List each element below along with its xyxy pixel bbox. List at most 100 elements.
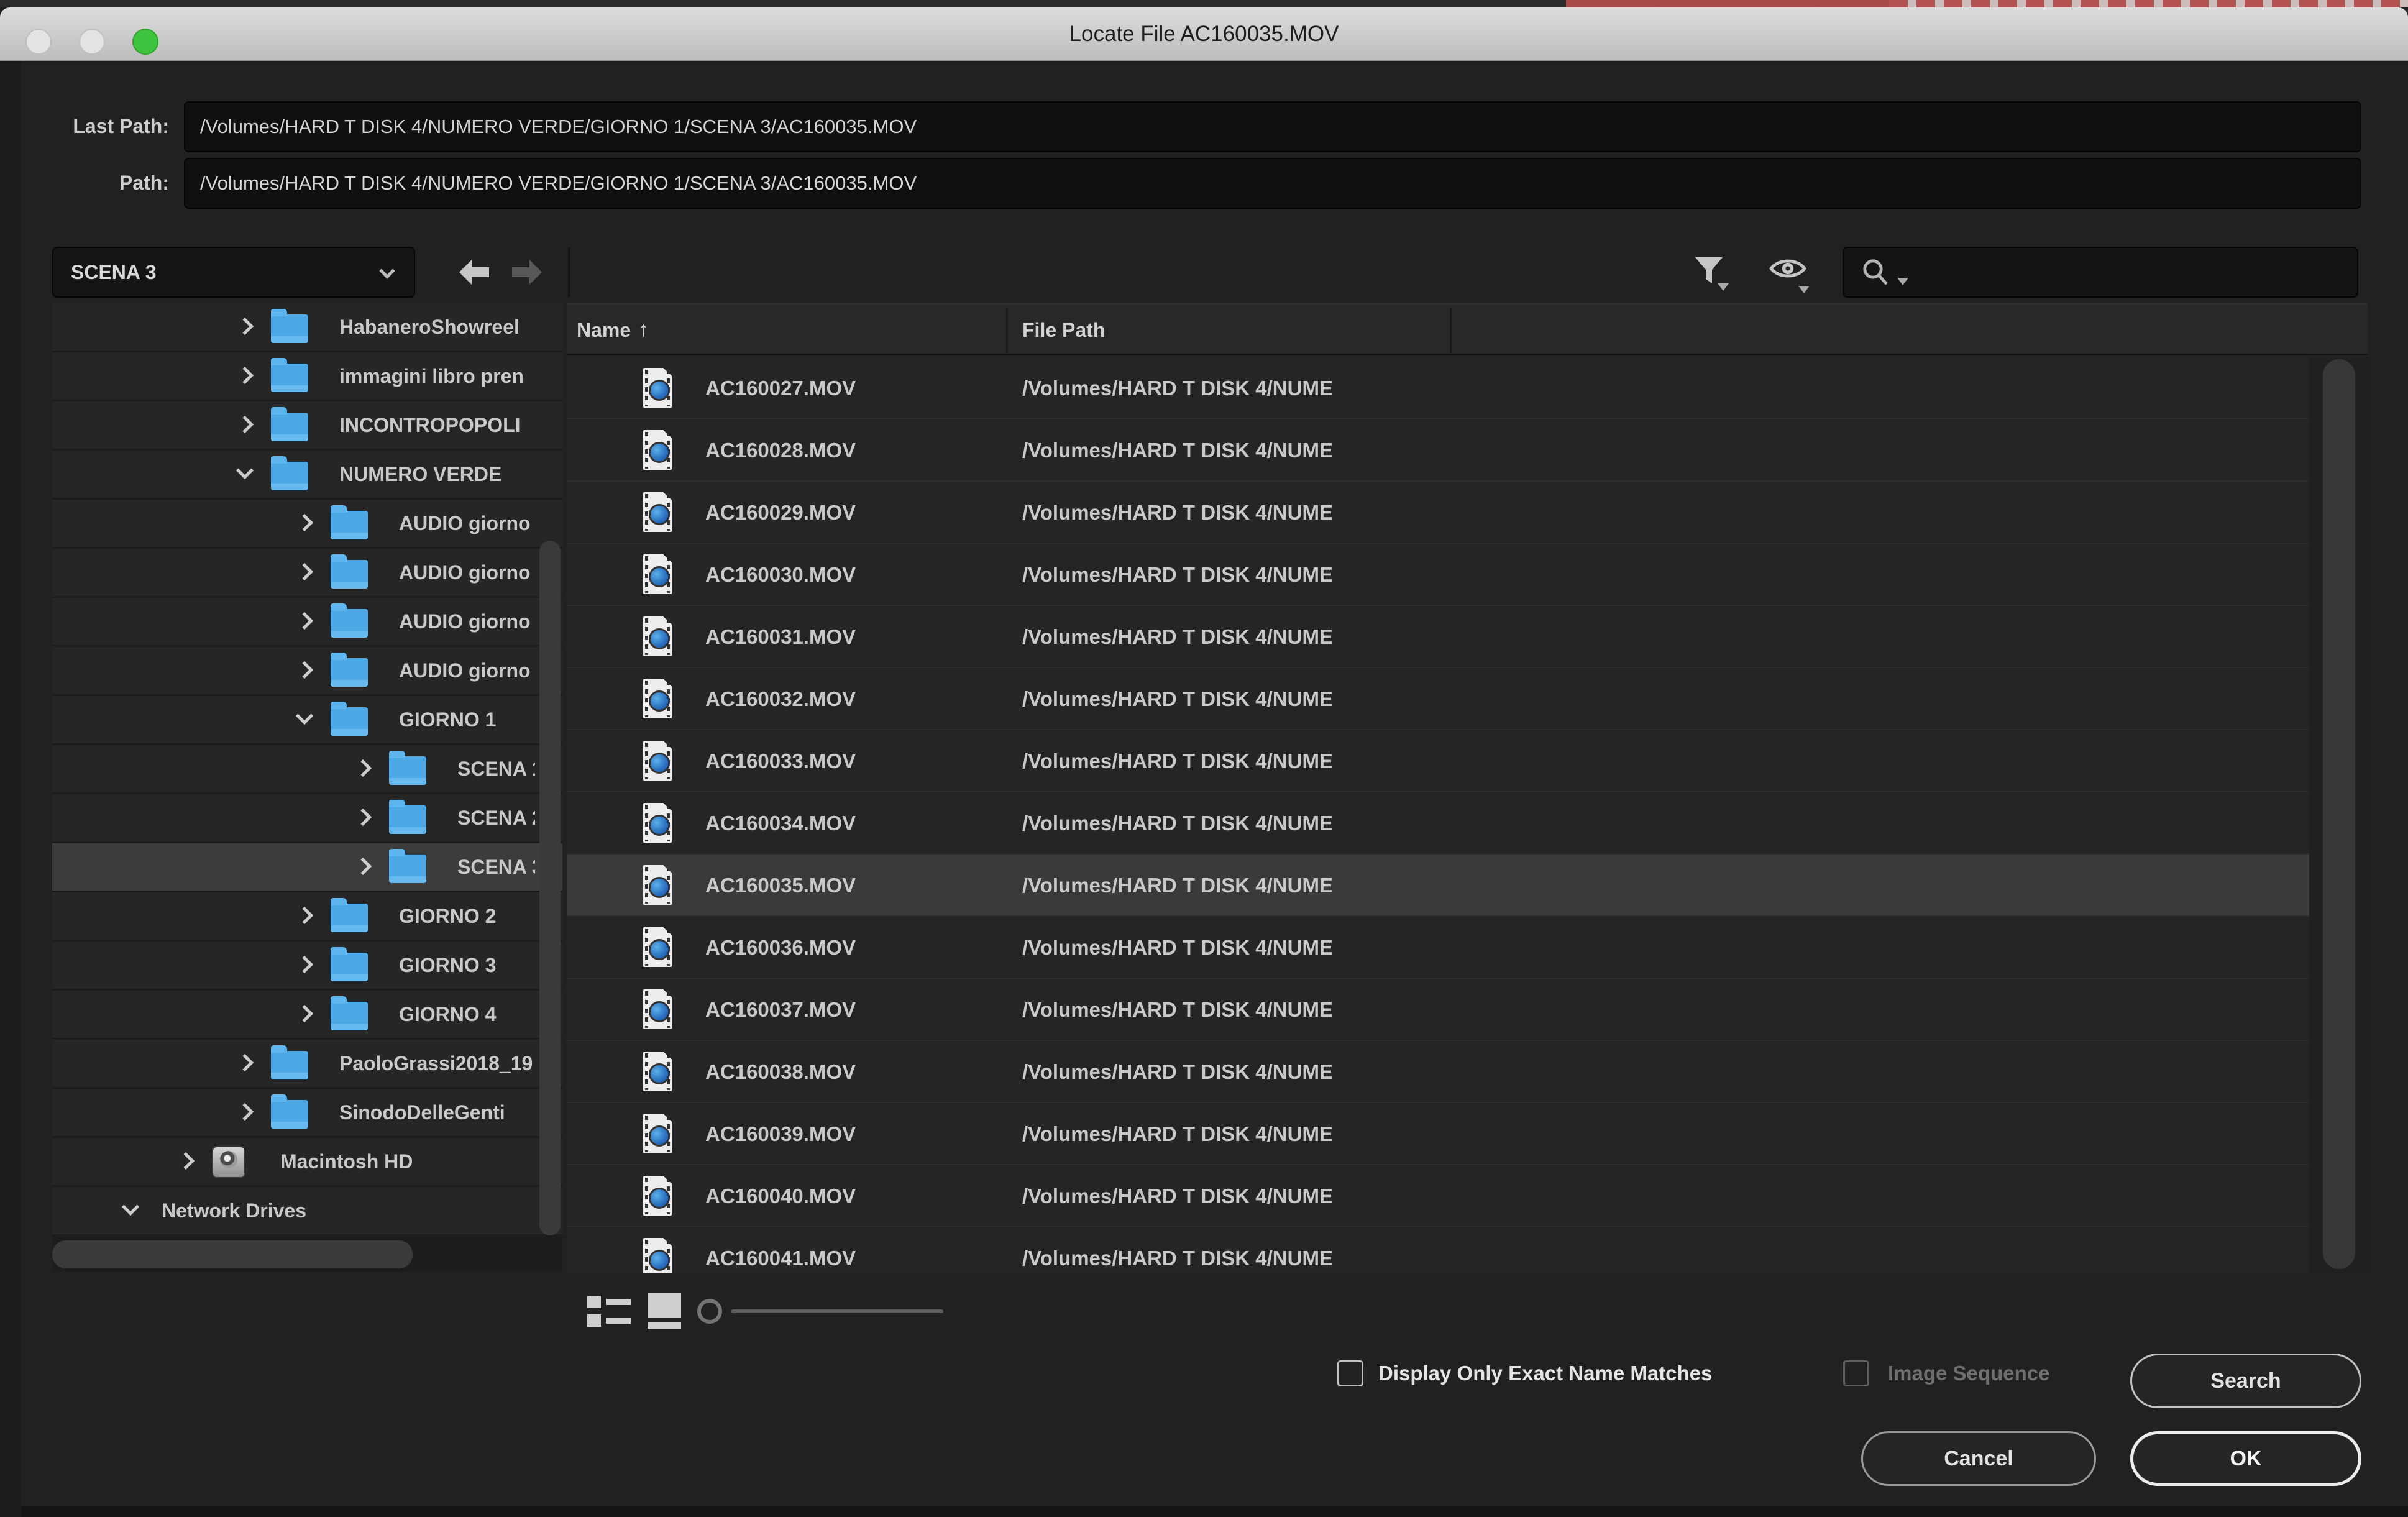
file-name: AC160033.MOV — [705, 730, 856, 792]
tree-item-audio-giorno-2[interactable]: AUDIO giorno 2 — [52, 549, 562, 596]
file-row-ac160037-mov[interactable]: AC160037.MOV/Volumes/HARD T DISK 4/NUME — [567, 979, 2309, 1041]
chevron-right-icon[interactable] — [296, 1005, 313, 1022]
cancel-button[interactable]: Cancel — [1861, 1431, 2096, 1486]
tree-item-giorno-2[interactable]: GIORNO 2 — [52, 892, 562, 940]
column-header-name[interactable]: Name — [577, 305, 631, 355]
file-row-ac160036-mov[interactable]: AC160036.MOV/Volumes/HARD T DISK 4/NUME — [567, 917, 2309, 979]
zoom-button[interactable] — [132, 29, 158, 55]
file-name: AC160041.MOV — [705, 1227, 856, 1273]
tree-item-audio-giorno-4[interactable]: AUDIO giorno 4 — [52, 647, 562, 694]
list-view-button[interactable] — [587, 1295, 631, 1327]
file-row-ac160031-mov[interactable]: AC160031.MOV/Volumes/HARD T DISK 4/NUME — [567, 606, 2309, 668]
tree-item-scena-3[interactable]: SCENA 3 — [52, 843, 562, 891]
thumbnail-size-slider-track[interactable] — [731, 1309, 943, 1313]
file-path: /Volumes/HARD T DISK 4/NUME — [1022, 1227, 1333, 1273]
column-divider[interactable] — [1450, 308, 1452, 353]
tree-item-scena-1[interactable]: SCENA 1 — [52, 745, 562, 792]
close-button[interactable] — [25, 29, 52, 55]
movie-file-icon — [643, 554, 672, 594]
file-path: /Volumes/HARD T DISK 4/NUME — [1022, 979, 1333, 1041]
movie-file-icon — [643, 1176, 672, 1216]
tree-item-incontropopoli[interactable]: INCONTROPOPOLI — [52, 401, 562, 449]
file-row-ac160032-mov[interactable]: AC160032.MOV/Volumes/HARD T DISK 4/NUME — [567, 668, 2309, 730]
chevron-right-icon[interactable] — [296, 661, 313, 679]
tree-item-numero-verde[interactable]: NUMERO VERDE — [52, 451, 562, 498]
tree-item-giorno-3[interactable]: GIORNO 3 — [52, 942, 562, 989]
file-row-ac160035-mov[interactable]: AC160035.MOV/Volumes/HARD T DISK 4/NUME — [567, 855, 2309, 917]
tree-item-giorno-1[interactable]: GIORNO 1 — [52, 696, 562, 743]
file-row-ac160028-mov[interactable]: AC160028.MOV/Volumes/HARD T DISK 4/NUME — [567, 419, 2309, 482]
tree-vertical-scrollbar[interactable] — [539, 541, 561, 1235]
tree-horizontal-scrollbar[interactable] — [52, 1240, 413, 1268]
thumbnail-size-slider-knob[interactable] — [697, 1299, 722, 1324]
chevron-right-icon[interactable] — [354, 858, 372, 875]
file-row-ac160033-mov[interactable]: AC160033.MOV/Volumes/HARD T DISK 4/NUME — [567, 730, 2309, 792]
file-row-ac160029-mov[interactable]: AC160029.MOV/Volumes/HARD T DISK 4/NUME — [567, 482, 2309, 544]
forward-arrow-button[interactable] — [511, 257, 543, 290]
chevron-right-icon[interactable] — [296, 956, 313, 973]
path-field[interactable]: /Volumes/HARD T DISK 4/NUMERO VERDE/GIOR… — [184, 158, 2361, 209]
file-row-ac160039-mov[interactable]: AC160039.MOV/Volumes/HARD T DISK 4/NUME — [567, 1103, 2309, 1165]
chevron-right-icon[interactable] — [236, 416, 254, 433]
file-row-ac160038-mov[interactable]: AC160038.MOV/Volumes/HARD T DISK 4/NUME — [567, 1041, 2309, 1103]
display-only-exact-label: Display Only Exact Name Matches — [1378, 1359, 1712, 1388]
ok-button[interactable]: OK — [2130, 1431, 2361, 1486]
tree-item-immagini-libro-pren[interactable]: immagini libro pren — [52, 352, 562, 400]
column-header-file-path[interactable]: File Path — [1022, 305, 1105, 355]
chevron-right-icon[interactable] — [236, 1103, 254, 1121]
search-input[interactable] — [1843, 247, 2358, 298]
tree-item-paolograssi2018-19[interactable]: PaoloGrassi2018_19 — [52, 1040, 562, 1087]
list-vertical-scrollbar[interactable] — [2323, 359, 2355, 1269]
chevron-right-icon[interactable] — [177, 1152, 195, 1170]
filter-button[interactable] — [1693, 255, 1725, 290]
chevron-right-icon[interactable] — [236, 318, 254, 335]
tree-item-network-drives[interactable]: Network Drives — [52, 1187, 562, 1234]
tree-item-habaneroshowreel[interactable]: HabaneroShowreel — [52, 303, 562, 351]
chevron-right-icon[interactable] — [354, 809, 372, 826]
chevron-right-icon[interactable] — [296, 563, 313, 580]
dialog-title: Locate File AC160035.MOV — [0, 7, 2408, 61]
file-row-ac160034-mov[interactable]: AC160034.MOV/Volumes/HARD T DISK 4/NUME — [567, 792, 2309, 855]
chevron-down-icon — [1718, 283, 1729, 291]
chevron-right-icon[interactable] — [236, 1054, 254, 1071]
display-only-exact-checkbox[interactable] — [1337, 1360, 1363, 1386]
file-path: /Volumes/HARD T DISK 4/NUME — [1022, 1165, 1333, 1227]
tree-item-audio-giorno-1[interactable]: AUDIO giorno 1 — [52, 500, 562, 547]
tree-item-sinododellegenti[interactable]: SinodoDelleGenti — [52, 1089, 562, 1136]
chevron-down-icon[interactable] — [236, 462, 254, 479]
column-divider[interactable] — [1006, 308, 1008, 353]
folder-icon — [331, 560, 368, 589]
file-path: /Volumes/HARD T DISK 4/NUME — [1022, 792, 1333, 855]
tree-item-label: AUDIO giorno 1 — [399, 500, 535, 547]
thumbnail-view-button[interactable] — [648, 1293, 681, 1329]
view-options-button[interactable] — [1769, 255, 1807, 286]
file-row-ac160041-mov[interactable]: AC160041.MOV/Volumes/HARD T DISK 4/NUME — [567, 1227, 2309, 1273]
file-name: AC160030.MOV — [705, 544, 856, 606]
chevron-right-icon[interactable] — [354, 759, 372, 777]
tree-item-label: GIORNO 1 — [399, 696, 535, 743]
search-button[interactable]: Search — [2130, 1354, 2361, 1408]
chevron-right-icon[interactable] — [296, 514, 313, 531]
chevron-right-icon[interactable] — [296, 907, 313, 924]
tree-item-macintosh-hd[interactable]: Macintosh HD — [52, 1138, 562, 1185]
tree-item-audio-giorno-3[interactable]: AUDIO giorno 3 — [52, 598, 562, 645]
tree-item-giorno-4[interactable]: GIORNO 4 — [52, 991, 562, 1038]
last-path-field[interactable]: /Volumes/HARD T DISK 4/NUMERO VERDE/GIOR… — [184, 101, 2361, 152]
tree-item-scena-2[interactable]: SCENA 2 — [52, 794, 562, 841]
file-row-ac160040-mov[interactable]: AC160040.MOV/Volumes/HARD T DISK 4/NUME — [567, 1165, 2309, 1227]
movie-file-icon — [643, 741, 672, 781]
chevron-right-icon[interactable] — [296, 612, 313, 630]
chevron-down-icon[interactable] — [122, 1198, 139, 1216]
back-arrow-button[interactable] — [458, 257, 490, 290]
file-row-ac160027-mov[interactable]: AC160027.MOV/Volumes/HARD T DISK 4/NUME — [567, 357, 2309, 419]
folder-icon — [389, 805, 426, 834]
image-sequence-checkbox[interactable] — [1843, 1360, 1869, 1386]
funnel-icon — [1693, 255, 1725, 287]
chevron-down-icon[interactable] — [296, 707, 313, 725]
location-dropdown[interactable]: SCENA 3 — [52, 247, 415, 298]
chevron-down-icon — [1798, 286, 1810, 293]
file-row-ac160030-mov[interactable]: AC160030.MOV/Volumes/HARD T DISK 4/NUME — [567, 544, 2309, 606]
file-name: AC160040.MOV — [705, 1165, 856, 1227]
chevron-right-icon[interactable] — [236, 367, 254, 384]
minimize-button[interactable] — [79, 29, 105, 55]
